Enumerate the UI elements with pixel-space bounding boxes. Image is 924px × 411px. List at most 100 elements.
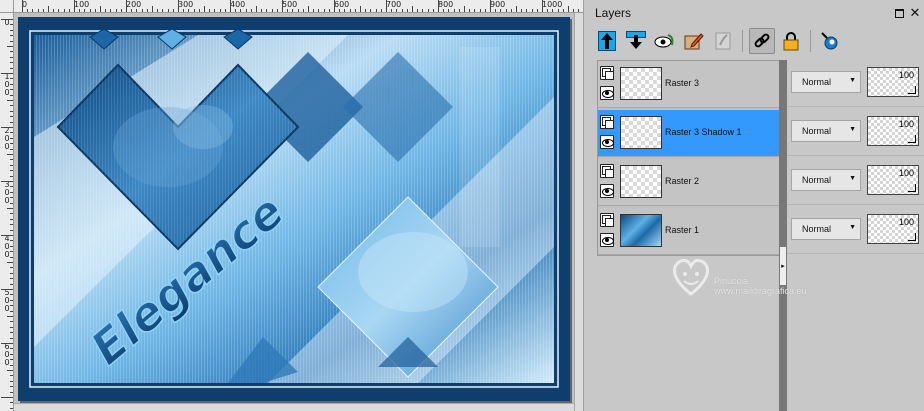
ruler-tick bbox=[469, 9, 471, 12]
move-layer-down-button[interactable] bbox=[623, 28, 649, 54]
close-icon[interactable]: ✕ bbox=[909, 6, 921, 21]
panel-splitter[interactable] bbox=[779, 60, 787, 411]
layer-row-raster-1[interactable]: Raster 1 bbox=[598, 208, 781, 255]
corner-icon bbox=[908, 233, 916, 241]
layer-row-raster-3-shadow-1[interactable]: Raster 3 Shadow 1 bbox=[598, 110, 781, 157]
maximize-icon[interactable] bbox=[893, 7, 905, 19]
ruler-tick bbox=[10, 386, 13, 388]
ruler-tick bbox=[79, 9, 81, 12]
lock-button[interactable] bbox=[778, 28, 804, 54]
ruler-tick bbox=[10, 218, 13, 220]
layer-group-icon[interactable] bbox=[600, 213, 614, 227]
layer-row-raster-2[interactable]: Raster 2 bbox=[598, 159, 781, 206]
ruler-tick bbox=[422, 9, 424, 12]
opacity-field[interactable]: 100 bbox=[867, 116, 919, 146]
layer-styles-button[interactable] bbox=[817, 28, 843, 54]
ruler-tick bbox=[183, 9, 185, 12]
ruler-tick bbox=[48, 6, 49, 12]
ruler-tick bbox=[10, 353, 13, 355]
ruler-tick bbox=[266, 9, 268, 12]
ruler-tick bbox=[318, 9, 320, 12]
ruler-tick bbox=[10, 89, 13, 91]
ruler-tick bbox=[146, 9, 148, 12]
opacity-field[interactable]: 100 bbox=[867, 165, 919, 195]
layer-icons bbox=[600, 66, 616, 106]
ruler-tick bbox=[10, 62, 13, 64]
blend-mode-select[interactable]: Normal ▼ bbox=[791, 120, 861, 142]
ruler-tick bbox=[110, 9, 112, 12]
layer-row-raster-3[interactable]: Raster 3 bbox=[598, 61, 781, 108]
blend-mode-value: Normal bbox=[802, 175, 832, 185]
canvas-horizontal-scrollbar[interactable] bbox=[14, 403, 574, 411]
ruler-tick bbox=[1, 397, 13, 398]
opacity-field[interactable]: 100 bbox=[867, 214, 919, 244]
ruler-tick bbox=[323, 9, 325, 12]
ruler-tick bbox=[1, 181, 13, 182]
toolbar-separator bbox=[742, 30, 743, 52]
ruler-tick bbox=[27, 9, 29, 12]
heart-icon bbox=[673, 258, 709, 296]
blend-mode-select[interactable]: Normal ▼ bbox=[791, 169, 861, 191]
ruler-tick bbox=[10, 132, 13, 134]
ruler-tick bbox=[10, 348, 13, 350]
layer-group-icon[interactable] bbox=[600, 164, 614, 178]
layer-group-icon[interactable] bbox=[600, 66, 614, 80]
ruler-tick bbox=[204, 6, 205, 12]
blend-mode-value: Normal bbox=[802, 77, 832, 87]
ruler-tick bbox=[1, 289, 13, 290]
ruler-tick bbox=[10, 56, 13, 58]
layer-group-icon[interactable] bbox=[600, 115, 614, 129]
mask-button[interactable] bbox=[710, 28, 736, 54]
ruler-tick bbox=[89, 9, 91, 12]
app-window: 0 100 200 300 400 500 600 700 800 900 1000 0 100 200… bbox=[0, 0, 924, 411]
canvas-workspace[interactable]: 0 100 200 300 400 500 600 700 800 900 1000 0 100 200… bbox=[0, 0, 583, 411]
ruler-top-label: 300 bbox=[178, 0, 194, 9]
ruler-tick bbox=[1, 127, 13, 128]
ruler-tick bbox=[427, 9, 429, 12]
blend-mode-select[interactable]: Normal ▼ bbox=[791, 71, 861, 93]
ruler-tick bbox=[500, 9, 502, 12]
eye-icon[interactable] bbox=[600, 86, 614, 100]
ruler-tick bbox=[74, 0, 75, 12]
eye-icon[interactable] bbox=[600, 233, 614, 247]
move-layer-up-button[interactable] bbox=[594, 28, 620, 54]
opacity-field[interactable]: 100 bbox=[867, 67, 919, 97]
blend-mode-select[interactable]: Normal ▼ bbox=[791, 218, 861, 240]
ruler-tick bbox=[344, 9, 346, 12]
ruler-tick bbox=[230, 0, 231, 12]
mask-icon bbox=[715, 32, 731, 50]
ruler-tick bbox=[349, 9, 351, 12]
ruler-tick bbox=[10, 240, 13, 242]
ruler-tick bbox=[10, 105, 13, 107]
layer-name: Raster 2 bbox=[665, 176, 700, 186]
ruler-left-label: 600 bbox=[4, 342, 10, 367]
layer-thumbnail bbox=[620, 214, 662, 247]
eye-icon[interactable] bbox=[600, 135, 614, 149]
ruler-tick bbox=[432, 9, 434, 12]
ruler-tick bbox=[10, 197, 13, 199]
ruler-tick bbox=[84, 9, 86, 12]
ruler-tick bbox=[438, 0, 439, 12]
opacity-value: 100 bbox=[898, 119, 914, 129]
ruler-tick bbox=[10, 148, 13, 150]
ruler-tick bbox=[68, 9, 70, 12]
ruler-tick bbox=[10, 407, 13, 409]
edit-layer-button[interactable] bbox=[681, 28, 707, 54]
ruler-tick bbox=[375, 9, 377, 12]
image-canvas[interactable]: Elegance bbox=[18, 17, 570, 401]
opacity-value: 100 bbox=[898, 168, 914, 178]
link-button[interactable] bbox=[749, 28, 775, 54]
toggle-visibility-button[interactable] bbox=[652, 28, 678, 54]
ruler-tick bbox=[10, 191, 13, 193]
layers-list[interactable]: Raster 3 Raster 3 Shadow 1 Raster 2 Rast… bbox=[597, 60, 782, 256]
ruler-tick bbox=[10, 310, 13, 312]
ruler-tick bbox=[58, 9, 60, 12]
ruler-tick bbox=[10, 121, 13, 123]
canvas-vertical-scrollbar[interactable] bbox=[574, 13, 583, 411]
ruler-tick bbox=[7, 370, 13, 371]
ruler-tick bbox=[562, 9, 564, 12]
eye-icon[interactable] bbox=[600, 184, 614, 198]
ruler-tick bbox=[10, 24, 13, 26]
ruler-tick bbox=[10, 164, 13, 166]
ruler-left-label: 100 bbox=[4, 72, 10, 97]
